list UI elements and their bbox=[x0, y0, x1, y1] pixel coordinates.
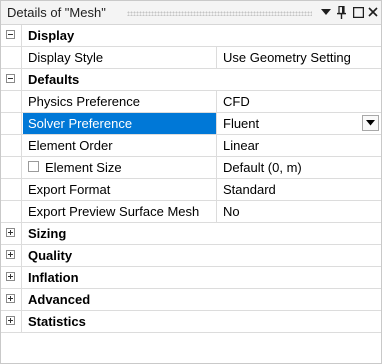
expand-icon[interactable] bbox=[6, 228, 15, 237]
property-name: Export Format bbox=[23, 179, 217, 200]
expand-icon[interactable] bbox=[6, 316, 15, 325]
property-row-export-format[interactable]: Export Format Standard bbox=[1, 179, 381, 201]
details-panel: Details of "Mesh" Display Display Style … bbox=[0, 0, 382, 364]
property-value: Fluent bbox=[223, 116, 260, 131]
property-row-display-style[interactable]: Display Style Use Geometry Setting bbox=[1, 47, 381, 69]
element-size-checkbox[interactable] bbox=[28, 161, 39, 172]
property-name: Element Size bbox=[23, 157, 217, 178]
expand-icon[interactable] bbox=[6, 250, 15, 259]
group-quality[interactable]: Quality bbox=[1, 245, 381, 267]
pin-icon[interactable] bbox=[335, 4, 349, 20]
group-label: Display bbox=[28, 28, 75, 43]
panel-title: Details of "Mesh" bbox=[7, 5, 106, 20]
expand-icon[interactable] bbox=[6, 294, 15, 303]
property-row-solver-preference[interactable]: Solver Preference Fluent bbox=[1, 113, 381, 135]
property-name: Solver Preference bbox=[23, 113, 217, 134]
group-label: Inflation bbox=[28, 270, 79, 285]
expand-icon[interactable] bbox=[6, 272, 15, 281]
group-inflation[interactable]: Inflation bbox=[1, 267, 381, 289]
group-label: Defaults bbox=[28, 72, 80, 87]
property-value[interactable]: Linear bbox=[218, 135, 381, 156]
group-defaults[interactable]: Defaults bbox=[1, 69, 381, 91]
solver-preference-select[interactable]: Fluent bbox=[218, 113, 381, 134]
property-value[interactable]: Default (0, m) bbox=[218, 157, 381, 178]
property-name: Export Preview Surface Mesh bbox=[23, 201, 217, 222]
property-row-physics-preference[interactable]: Physics Preference CFD bbox=[1, 91, 381, 113]
property-value[interactable]: Standard bbox=[218, 179, 381, 200]
close-icon[interactable] bbox=[366, 4, 380, 20]
group-label: Sizing bbox=[28, 226, 67, 241]
property-row-element-size[interactable]: Element Size Default (0, m) bbox=[1, 157, 381, 179]
group-sizing[interactable]: Sizing bbox=[1, 223, 381, 245]
drag-grip[interactable] bbox=[127, 11, 312, 16]
collapse-icon[interactable] bbox=[6, 30, 15, 39]
property-row-element-order[interactable]: Element Order Linear bbox=[1, 135, 381, 157]
group-label: Statistics bbox=[28, 314, 86, 329]
property-row-export-preview-surface-mesh[interactable]: Export Preview Surface Mesh No bbox=[1, 201, 381, 223]
group-label: Advanced bbox=[28, 292, 91, 307]
property-value[interactable]: CFD bbox=[218, 91, 381, 112]
panel-titlebar: Details of "Mesh" bbox=[1, 1, 381, 25]
property-name: Physics Preference bbox=[23, 91, 217, 112]
property-name: Display Style bbox=[23, 47, 217, 68]
property-name: Element Order bbox=[23, 135, 217, 156]
property-value[interactable]: No bbox=[218, 201, 381, 222]
property-value[interactable]: Use Geometry Setting bbox=[218, 47, 381, 68]
maximize-icon[interactable] bbox=[351, 4, 365, 20]
dropdown-arrow-icon[interactable] bbox=[362, 115, 379, 131]
group-label: Quality bbox=[28, 248, 73, 263]
dropdown-arrow-icon[interactable] bbox=[319, 4, 333, 20]
group-statistics[interactable]: Statistics bbox=[1, 311, 381, 333]
collapse-icon[interactable] bbox=[6, 74, 15, 83]
group-advanced[interactable]: Advanced bbox=[1, 289, 381, 311]
group-display[interactable]: Display bbox=[1, 25, 381, 47]
